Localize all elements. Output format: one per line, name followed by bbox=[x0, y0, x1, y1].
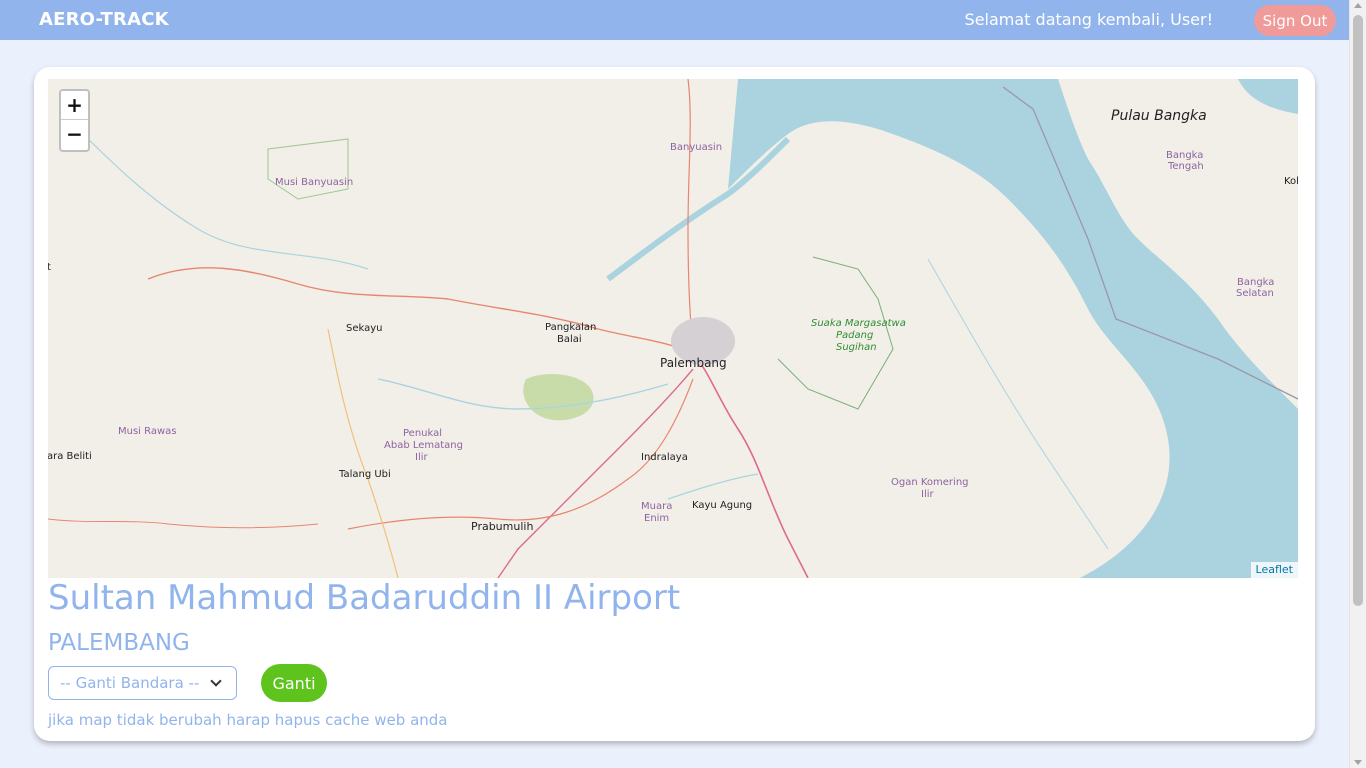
map-label: Suaka Margasatwa bbox=[811, 318, 906, 329]
map-label: Bangka bbox=[1237, 277, 1274, 288]
map-label: ara Beliti bbox=[48, 451, 92, 462]
zoom-in-button[interactable]: + bbox=[61, 91, 88, 120]
map-label: Kayu Agung bbox=[692, 500, 752, 511]
map-label: Ilir bbox=[415, 452, 429, 463]
airport-select-placeholder: -- Ganti Bandara -- bbox=[60, 674, 200, 692]
map-labels: Pulau Bangka Banyuasin Bangka Tengah Kol… bbox=[48, 108, 1298, 533]
ganti-button[interactable]: Ganti bbox=[261, 664, 327, 702]
map-label: Banyuasin bbox=[670, 142, 722, 153]
map-label: Palembang bbox=[660, 356, 727, 370]
page-scrollbar[interactable] bbox=[1349, 0, 1366, 768]
map-view[interactable]: Pulau Bangka Banyuasin Bangka Tengah Kol… bbox=[48, 79, 1298, 578]
map-label: Musi Banyuasin bbox=[275, 177, 353, 188]
leaflet-attribution-link[interactable]: Leaflet bbox=[1250, 562, 1298, 578]
map-label: Balai bbox=[557, 334, 582, 345]
map-label: Penukal bbox=[403, 428, 442, 439]
top-navbar: AERO-TRACK Selamat datang kembali, User!… bbox=[0, 0, 1349, 40]
map-label: Padang bbox=[836, 330, 873, 341]
map-label: Sekayu bbox=[346, 323, 383, 334]
map-label: Abab Lematang bbox=[384, 440, 463, 451]
airport-select[interactable]: -- Ganti Bandara -- bbox=[48, 666, 237, 700]
map-label: Musi Rawas bbox=[118, 426, 177, 437]
map-label: Ilir bbox=[921, 489, 935, 500]
map-label: Ogan Komering bbox=[891, 477, 969, 488]
scroll-up-arrow-icon[interactable] bbox=[1354, 3, 1362, 8]
map-label: Kol bbox=[1284, 176, 1298, 187]
map-label: Selatan bbox=[1236, 288, 1274, 299]
zoom-out-button[interactable]: − bbox=[61, 120, 88, 149]
map-label: Pangkalan bbox=[545, 322, 596, 333]
airport-name: Sultan Mahmud Badaruddin II Airport bbox=[48, 578, 681, 618]
map-label: Pulau Bangka bbox=[1111, 108, 1207, 124]
map-label: Bangka bbox=[1166, 150, 1203, 161]
map-label: t bbox=[48, 262, 51, 273]
map-label: Talang Ubi bbox=[338, 469, 391, 480]
map-label: Indralaya bbox=[641, 452, 688, 463]
map-label: Sugihan bbox=[836, 342, 877, 353]
zoom-control: + − bbox=[59, 89, 90, 152]
airport-city: PALEMBANG bbox=[48, 630, 190, 656]
map-label: Tengah bbox=[1167, 161, 1204, 172]
map-label: Muara bbox=[641, 501, 672, 512]
cache-note: jika map tidak berubah harap hapus cache… bbox=[48, 711, 448, 729]
map-label: Enim bbox=[644, 513, 669, 524]
map-label: Prabumulih bbox=[471, 520, 533, 533]
welcome-message: Selamat datang kembali, User! bbox=[964, 10, 1213, 29]
sign-out-button[interactable]: Sign Out bbox=[1254, 5, 1336, 36]
scroll-down-arrow-icon[interactable] bbox=[1354, 760, 1362, 765]
chevron-down-icon bbox=[210, 675, 222, 687]
scroll-thumb[interactable] bbox=[1353, 15, 1363, 606]
brand-logo[interactable]: AERO-TRACK bbox=[39, 9, 169, 30]
